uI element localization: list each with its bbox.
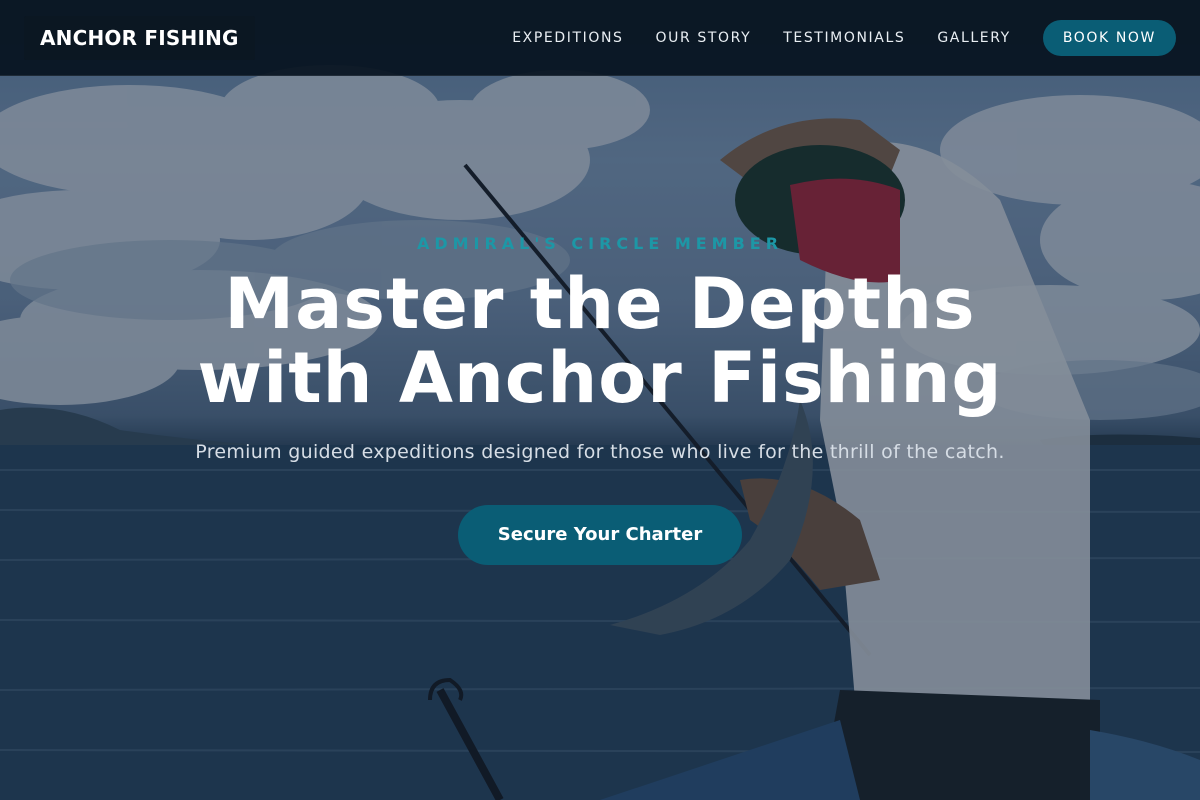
- top-navbar: ANCHOR FISHING EXPEDITIONS OUR STORY TES…: [0, 0, 1200, 76]
- nav-link-expeditions[interactable]: EXPEDITIONS: [512, 30, 623, 46]
- landing-page: ANCHOR FISHING EXPEDITIONS OUR STORY TES…: [0, 0, 1200, 800]
- secure-charter-button[interactable]: Secure Your Charter: [457, 505, 743, 565]
- hero-eyebrow: ADMIRAL'S CIRCLE MEMBER: [416, 234, 784, 253]
- nav-link-testimonials[interactable]: TESTIMONIALS: [783, 30, 905, 46]
- book-now-button[interactable]: BOOK NOW: [1042, 19, 1176, 56]
- nav-link-gallery[interactable]: GALLERY: [937, 30, 1010, 46]
- hero-headline: Master the Depths with Anchor Fishing: [198, 267, 1003, 415]
- hero-headline-line-2: with Anchor Fishing: [197, 337, 1003, 419]
- nav-link-our-story[interactable]: OUR STORY: [656, 30, 752, 46]
- hero-subtext: Premium guided expeditions designed for …: [195, 441, 1005, 463]
- brand-logo[interactable]: ANCHOR FISHING: [24, 15, 255, 60]
- hero-headline-line-1: Master the Depths: [224, 263, 976, 345]
- nav-links: EXPEDITIONS OUR STORY TESTIMONIALS GALLE…: [512, 30, 1011, 46]
- hero-section: ADMIRAL'S CIRCLE MEMBER Master the Depth…: [0, 76, 1200, 800]
